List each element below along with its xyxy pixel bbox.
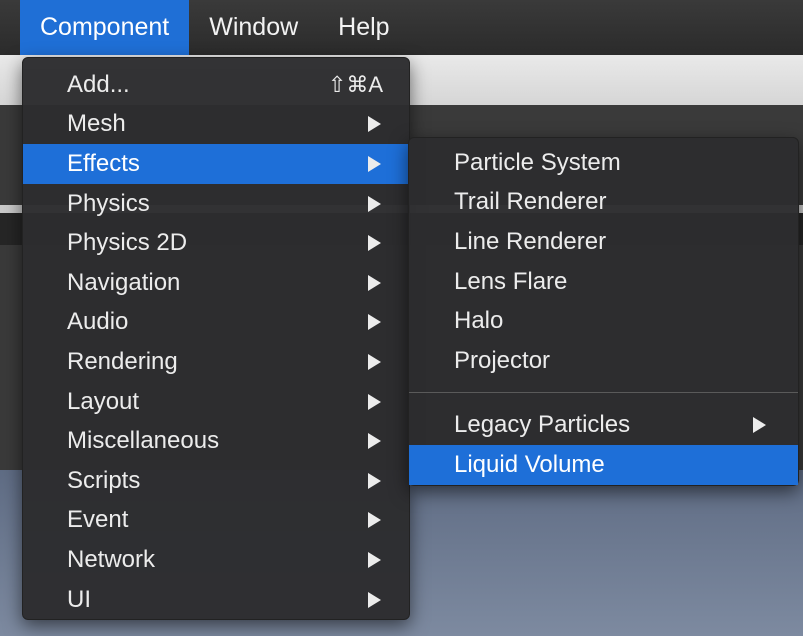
menu-item-miscellaneous[interactable]: Miscellaneous: [23, 421, 409, 461]
submenu-arrow-icon: [368, 235, 381, 252]
submenu-arrow-icon: [368, 195, 381, 212]
menubar-help[interactable]: Help: [318, 0, 409, 55]
submenu-arrow-icon: [368, 393, 381, 410]
menu-item-projector[interactable]: Projector: [409, 341, 798, 381]
menu-item-physics[interactable]: Physics: [23, 184, 409, 224]
menubar-window[interactable]: Window: [189, 0, 318, 55]
menu-item-label: Projector: [454, 346, 551, 374]
menu-bar: Component Window Help: [0, 0, 803, 55]
menu-item-label: Line Renderer: [454, 227, 607, 255]
menu-item-label: UI: [67, 585, 91, 613]
menu-item-label: Physics: [67, 189, 150, 217]
menu-item-label: Audio: [67, 308, 129, 336]
menu-item-line-renderer[interactable]: Line Renderer: [409, 222, 798, 262]
submenu-arrow-icon: [753, 417, 766, 434]
submenu-arrow-icon: [368, 274, 381, 291]
menu-item-label: Trail Renderer: [454, 188, 607, 216]
menu-item-label: Liquid Volume: [454, 450, 605, 478]
menu-item-label: Rendering: [67, 347, 178, 375]
menu-item-audio[interactable]: Audio: [23, 303, 409, 343]
effects-submenu: Particle System Trail Renderer Line Rend…: [408, 137, 799, 486]
menu-item-network[interactable]: Network: [23, 540, 409, 580]
menu-item-halo[interactable]: Halo: [409, 301, 798, 341]
submenu-arrow-icon: [368, 353, 381, 370]
menu-item-label: Mesh: [67, 110, 126, 138]
menu-item-label: Lens Flare: [454, 267, 568, 295]
menu-item-effects[interactable]: Effects: [23, 144, 409, 184]
submenu-arrow-icon: [368, 472, 381, 489]
submenu-arrow-icon: [368, 155, 381, 172]
menu-item-event[interactable]: Event: [23, 501, 409, 541]
component-menu: Add... ⇧⌘A Mesh Effects Physics Physics …: [22, 57, 410, 621]
menu-item-label: Effects: [67, 149, 140, 177]
menu-item-label: Event: [67, 506, 129, 534]
submenu-arrow-icon: [368, 314, 381, 331]
menu-item-legacy-particles[interactable]: Legacy Particles: [409, 406, 798, 446]
submenu-arrow-icon: [368, 512, 381, 529]
menu-item-add[interactable]: Add... ⇧⌘A: [23, 65, 409, 105]
menu-item-rendering[interactable]: Rendering: [23, 342, 409, 382]
submenu-arrow-icon: [368, 551, 381, 568]
shortcut-label: ⇧⌘A: [327, 71, 383, 97]
menu-item-particle-system[interactable]: Particle System: [409, 143, 798, 183]
menu-item-lens-flare[interactable]: Lens Flare: [409, 262, 798, 302]
menu-item-liquid-volume[interactable]: Liquid Volume: [409, 445, 798, 485]
submenu-arrow-icon: [368, 116, 381, 133]
menu-item-physics-2d[interactable]: Physics 2D: [23, 223, 409, 263]
menu-item-navigation[interactable]: Navigation: [23, 263, 409, 303]
menu-item-label: Particle System: [454, 148, 621, 176]
menu-separator: [409, 391, 798, 393]
menu-item-label: Scripts: [67, 466, 141, 494]
menu-item-label: Miscellaneous: [67, 427, 220, 455]
menu-item-label: Physics 2D: [67, 229, 188, 257]
menu-item-label: Halo: [454, 307, 504, 335]
menu-item-label: Network: [67, 545, 156, 573]
menubar-component[interactable]: Component: [20, 0, 190, 55]
menu-item-layout[interactable]: Layout: [23, 382, 409, 422]
menu-item-ui[interactable]: UI: [23, 580, 409, 620]
menu-item-trail-renderer[interactable]: Trail Renderer: [409, 183, 798, 223]
menu-item-scripts[interactable]: Scripts: [23, 461, 409, 501]
menu-item-mesh[interactable]: Mesh: [23, 105, 409, 145]
menu-item-label: Add...: [67, 70, 130, 98]
menu-item-label: Layout: [67, 387, 140, 415]
submenu-arrow-icon: [368, 433, 381, 450]
submenu-arrow-icon: [368, 591, 381, 608]
menu-item-label: Navigation: [67, 268, 181, 296]
menu-item-label: Legacy Particles: [454, 411, 631, 439]
